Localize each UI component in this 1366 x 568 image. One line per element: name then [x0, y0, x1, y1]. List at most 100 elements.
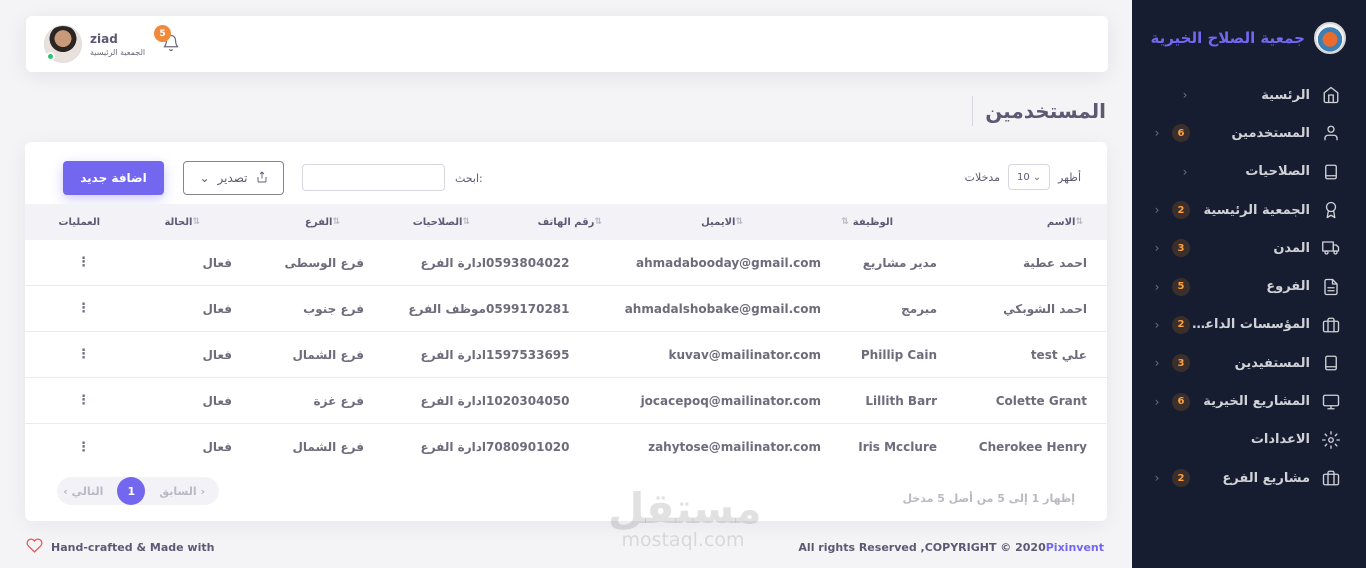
- sort-icon: ⇅: [1075, 217, 1083, 227]
- header-label: الاسم: [1046, 216, 1076, 228]
- next-page-button[interactable]: التالي ›: [63, 485, 103, 498]
- count-badge: 2: [1172, 469, 1190, 488]
- sidebar-item-home[interactable]: الرئسية ‹: [1132, 76, 1366, 114]
- sidebar: جمعية الصلاح الخيرية الرئسية ‹ المستخدمي…: [1132, 0, 1366, 568]
- sidebar-item-cities[interactable]: المدن 3 ‹: [1132, 229, 1366, 267]
- sidebar-item-settings[interactable]: الاعدادات: [1132, 421, 1366, 459]
- sidebar-item-charity-projects[interactable]: المشاريع الخيرية 6 ‹: [1132, 382, 1366, 420]
- more-vertical-icon[interactable]: ⋮: [77, 255, 90, 270]
- cell-status: فعال: [202, 393, 232, 408]
- briefcase-icon: [1322, 316, 1340, 334]
- header-label: الايميل: [701, 216, 736, 228]
- header-branch[interactable]: ⇅ الفرع: [232, 217, 364, 228]
- cell-phone: 1597533695: [486, 347, 570, 362]
- notification-badge: 5: [154, 25, 171, 42]
- pagination-info: إظهار 1 إلى 5 من أصل 5 مدخل: [902, 492, 1075, 505]
- header-status[interactable]: ⇅ الحالة: [130, 217, 232, 228]
- watermark-latin: mostaql.com: [621, 529, 745, 551]
- page-title-text: المستخدمين: [972, 96, 1106, 126]
- brand[interactable]: جمعية الصلاح الخيرية: [1132, 0, 1366, 76]
- user-icon: [1322, 124, 1340, 142]
- previous-page-button[interactable]: ‹ السابق: [159, 485, 205, 498]
- export-label: تصدير: [217, 171, 248, 185]
- cell-status: فعال: [202, 440, 232, 454]
- cell-name: Cherokee Henry: [978, 440, 1087, 454]
- chevron-left-icon: ‹: [1182, 88, 1188, 103]
- sidebar-item-beneficiaries[interactable]: المستفيدين 3 ‹: [1132, 344, 1366, 382]
- page-1-button[interactable]: 1: [117, 477, 146, 505]
- search-input[interactable]: [302, 164, 445, 191]
- cell-job: مبرمج: [901, 301, 937, 316]
- show-entries: أظهر 10 ⌄ مدخلات: [965, 164, 1081, 190]
- cell-email: jocacepoq@mailinator.com: [640, 393, 821, 408]
- truck-icon: [1322, 239, 1340, 257]
- header-name[interactable]: ⇅ الاسم: [955, 217, 1107, 228]
- count-badge: 6: [1172, 392, 1190, 411]
- sidebar-item-permissions[interactable]: الصلاحيات ‹: [1132, 153, 1366, 191]
- sidebar-item-supporting-institutions[interactable]: المؤسسات الداعمة 2 ‹: [1132, 306, 1366, 344]
- cell-branch: فرع جنوب: [303, 301, 364, 316]
- cell-phone: 0599170281: [486, 301, 570, 316]
- sidebar-item-branch-projects[interactable]: مشاريع الفرع 2 ‹: [1132, 459, 1366, 497]
- sort-icon: ⇅: [192, 217, 200, 227]
- pixinvent-link[interactable]: Pixinvent: [1046, 541, 1104, 554]
- sidebar-item-label: الصلاحيات: [1245, 164, 1310, 180]
- add-new-button[interactable]: اضافة جديد: [63, 161, 164, 195]
- cell-phone: 1020304050: [486, 393, 570, 408]
- chevron-left-icon: ‹: [1154, 356, 1160, 371]
- cell-actions: ⋮: [34, 347, 130, 362]
- cell-email: kuvav@mailinator.com: [668, 347, 821, 362]
- header-permissions[interactable]: ⇅ الصلاحيات: [364, 217, 486, 228]
- header-phone[interactable]: ⇅ رقم الهاتف: [486, 217, 626, 228]
- cell-actions: ⋮: [34, 393, 130, 408]
- cell-branch: فرع غزة: [313, 393, 364, 408]
- cell-actions: ⋮: [34, 301, 130, 316]
- chevron-left-icon: ‹: [1154, 471, 1160, 486]
- more-vertical-icon[interactable]: ⋮: [77, 301, 90, 316]
- tablet-icon: [1322, 163, 1340, 181]
- cell-permissions: ادارة الفرع: [420, 440, 486, 454]
- cell-job: مدير مشاريع: [862, 255, 937, 270]
- cell-phone: 0593804022: [486, 255, 570, 270]
- entries-select[interactable]: 10 ⌄: [1008, 164, 1051, 190]
- home-icon: [1322, 86, 1340, 104]
- cell-name: علي test: [1030, 347, 1087, 362]
- entries-value: 10: [1016, 171, 1030, 183]
- sidebar-item-label: الاعدادات: [1250, 432, 1310, 448]
- sidebar-item-branches[interactable]: الفروع 5 ‹: [1132, 267, 1366, 305]
- table-row: Cherokee Henry Iris Mcclure zahytose@mai…: [25, 424, 1107, 470]
- user-dropdown[interactable]: ziad الجمعية الرئيسية: [44, 25, 145, 63]
- cell-branch: فرع الوسطى: [284, 255, 364, 270]
- show-label: أظهر: [1058, 170, 1081, 184]
- export-button[interactable]: ⌄ تصدير: [183, 161, 284, 195]
- cell-permissions: ادارة الفرع: [420, 347, 486, 362]
- cell-email: ahmadabooday@gmail.com: [636, 255, 821, 270]
- sort-icon: ⇅: [594, 217, 602, 227]
- sidebar-item-main-association[interactable]: الجمعية الرئيسية 2 ‹: [1132, 191, 1366, 229]
- cell-job: Lillith Barr: [865, 393, 937, 408]
- heart-icon: [26, 537, 43, 557]
- cell-status: فعال: [202, 347, 232, 362]
- more-vertical-icon[interactable]: ⋮: [77, 393, 90, 408]
- header-label: رقم الهاتف: [537, 216, 595, 228]
- sidebar-item-label: المستخدمين: [1231, 125, 1310, 141]
- chevron-down-icon: ⌄: [199, 171, 210, 185]
- user-role: الجمعية الرئيسية: [90, 47, 146, 57]
- page-title: المستخدمين: [972, 96, 1106, 126]
- count-badge: 2: [1172, 315, 1190, 334]
- chevron-left-icon: ‹: [1154, 279, 1160, 294]
- header-email[interactable]: ⇅ الايميل: [626, 217, 821, 228]
- sort-icon: ⇅: [332, 217, 340, 227]
- copyright-text: All rights Reserved ,COPYRIGHT © 2020: [798, 541, 1046, 554]
- notifications-button[interactable]: 5: [154, 25, 182, 54]
- footer-copyright: All rights Reserved ,COPYRIGHT © 2020Pix…: [798, 541, 1104, 554]
- search-label: ابحث:: [455, 172, 483, 185]
- file-text-icon: [1322, 278, 1340, 296]
- more-vertical-icon[interactable]: ⋮: [77, 440, 90, 455]
- cell-status: فعال: [202, 255, 232, 270]
- more-vertical-icon[interactable]: ⋮: [77, 347, 90, 362]
- header-job[interactable]: الوظيفة ⇅: [821, 217, 955, 228]
- entries-label: مدخلات: [964, 170, 1001, 184]
- sidebar-item-label: الفروع: [1266, 279, 1310, 295]
- sidebar-item-users[interactable]: المستخدمين 6 ‹: [1132, 114, 1366, 152]
